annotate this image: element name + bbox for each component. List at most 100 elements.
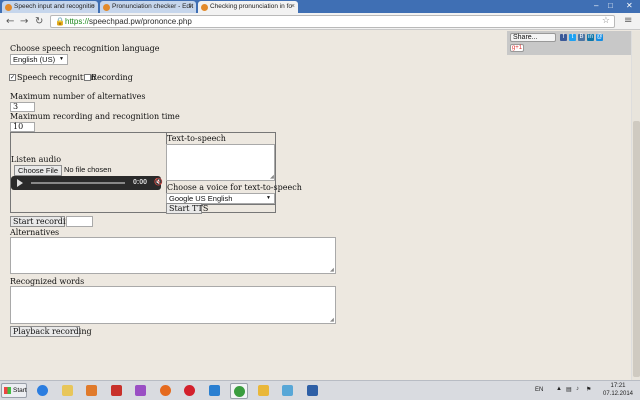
taskbar-clock[interactable]: 17:21 07.12.2014 xyxy=(600,382,636,398)
close-window-button[interactable]: ✕ xyxy=(626,0,633,11)
taskbar-opera-button[interactable] xyxy=(181,383,199,399)
twitter-icon[interactable]: t xyxy=(569,34,576,41)
share-widget: Share... f t B in @ g+1 xyxy=(507,31,631,55)
max-time-label: Maximum recording and recognition time xyxy=(10,112,180,121)
firefox-icon xyxy=(159,385,171,396)
flash-icon xyxy=(110,385,122,396)
browser-tab-pronunciation-checker[interactable]: Pronunciation checker - Edit × xyxy=(100,1,196,13)
google-plus-button[interactable]: g+1 xyxy=(510,44,524,52)
max-alternatives-label: Maximum number of alternatives xyxy=(10,92,146,101)
opera-icon xyxy=(184,385,195,396)
taskbar-xsplit-button[interactable] xyxy=(206,383,224,399)
back-arrow-icon[interactable]: ← xyxy=(6,15,14,28)
page-scrollbar[interactable] xyxy=(631,31,640,380)
start-recording-button[interactable]: Start recording xyxy=(10,216,76,227)
flag-icon[interactable]: ⚑ xyxy=(586,386,591,393)
language-label: Choose speech recognition language xyxy=(10,44,160,53)
browser-tab-speech-input[interactable]: Speech input and recognitio × xyxy=(2,1,98,13)
windows-logo-icon xyxy=(4,387,11,394)
language-indicator[interactable]: EN xyxy=(535,387,543,393)
max-alternatives-input[interactable]: 3 xyxy=(10,102,35,112)
play-icon[interactable] xyxy=(17,179,23,187)
minimize-button[interactable]: – xyxy=(594,0,598,11)
onenote-icon xyxy=(282,385,293,396)
recording-status-field xyxy=(66,216,93,227)
tab-close-icon[interactable]: × xyxy=(91,1,95,13)
taskbar-media-player-button[interactable] xyxy=(83,383,101,399)
resize-grip-icon[interactable]: ◢ xyxy=(330,318,334,323)
address-url: https://speechpad.pw/prononce.php xyxy=(65,17,192,26)
clock-time: 17:21 xyxy=(610,383,626,389)
media-player-icon xyxy=(86,385,97,396)
resize-grip-icon[interactable]: ◢ xyxy=(270,175,274,180)
chrome-tab-favicon-icon xyxy=(103,4,110,11)
taskbar-flash-button[interactable] xyxy=(108,383,126,399)
chrome-tab-favicon-icon xyxy=(201,4,208,11)
alternatives-textarea[interactable] xyxy=(10,237,336,274)
start-button[interactable]: Start xyxy=(1,383,27,398)
playback-recording-button[interactable]: Playback recording xyxy=(10,326,92,337)
lock-icon: 🔒 xyxy=(55,17,65,26)
taskbar-paint-button[interactable] xyxy=(132,383,150,399)
taskbar-firefox-button[interactable] xyxy=(157,383,175,399)
browser-tab-strip: Speech input and recognitio × Pronunciat… xyxy=(0,0,640,13)
audio-time: 0:00 xyxy=(133,179,148,186)
taskbar-ie-button[interactable] xyxy=(34,383,52,399)
recording-label: Recording xyxy=(91,73,133,82)
maximize-button[interactable]: □ xyxy=(608,0,613,11)
recognized-words-textarea[interactable] xyxy=(10,286,336,324)
chrome-icon xyxy=(234,386,245,397)
address-bar[interactable]: 🔒 https://speechpad.pw/prononce.php ☆ xyxy=(50,15,615,28)
max-time-input[interactable]: 10 xyxy=(10,122,35,132)
speech-recognition-checkbox[interactable]: ✓ xyxy=(9,74,16,81)
browser-toolbar: ← → ↻ 🔒 https://speechpad.pw/prononce.ph… xyxy=(0,13,640,30)
recording-checkbox[interactable] xyxy=(84,74,91,81)
clock-date: 07.12.2014 xyxy=(602,391,634,397)
dropdown-arrow-icon: ▼ xyxy=(59,56,64,62)
taskbar-onenote-button[interactable] xyxy=(279,383,297,399)
tts-textarea[interactable] xyxy=(166,144,275,181)
bookmark-star-icon[interactable]: ☆ xyxy=(602,16,610,26)
xsplit-icon xyxy=(208,385,220,396)
paint-icon xyxy=(135,385,146,396)
taskbar-monitor-button[interactable] xyxy=(304,383,322,399)
scrollbar-thumb[interactable] xyxy=(633,121,640,377)
forward-arrow-icon[interactable]: → xyxy=(20,15,28,28)
vk-icon[interactable]: B xyxy=(578,34,585,41)
browser-menu-icon[interactable]: ≡ xyxy=(624,15,632,26)
windows-taskbar: Start EN ▲ ▤ ♪ ⚑ 17:21 07.12.2014 xyxy=(0,380,640,400)
start-tts-button[interactable]: Start TTS xyxy=(166,203,208,214)
monitor-icon xyxy=(306,385,318,396)
tab-close-icon[interactable]: × xyxy=(189,1,193,13)
share-button[interactable]: Share... xyxy=(510,33,556,42)
network-icon[interactable]: ▤ xyxy=(566,386,572,393)
taskbar-chrome-button[interactable] xyxy=(230,383,248,399)
chrome-tab-favicon-icon xyxy=(5,4,12,11)
choose-file-button[interactable]: Choose File xyxy=(14,165,62,176)
linkedin-icon[interactable]: in xyxy=(587,34,594,41)
tab-title: Speech input and recognitio xyxy=(14,3,95,10)
explorer-icon xyxy=(61,385,73,396)
taskbar-pencil-button[interactable] xyxy=(255,383,273,399)
language-select[interactable]: English (US) ▼ xyxy=(10,54,68,65)
tts-label: Text-to-speech xyxy=(167,134,226,143)
listen-audio-label: Listen audio xyxy=(11,155,62,164)
no-file-chosen-label: No file chosen xyxy=(64,165,112,174)
volume-icon[interactable]: ♪ xyxy=(576,386,579,392)
tab-close-icon[interactable]: × xyxy=(291,1,295,13)
resize-grip-icon[interactable]: ◢ xyxy=(330,268,334,273)
taskbar-explorer-button[interactable] xyxy=(59,383,77,399)
tab-title: Pronunciation checker - Edit xyxy=(112,3,194,10)
tab-title: Checking pronunciation in fo xyxy=(210,3,293,10)
mail-icon[interactable]: @ xyxy=(596,34,603,41)
facebook-icon[interactable]: f xyxy=(560,34,567,41)
browser-tab-checking-pronunciation[interactable]: Checking pronunciation in fo × xyxy=(198,1,298,13)
pencil-icon xyxy=(257,385,269,396)
tray-arrow-icon[interactable]: ▲ xyxy=(556,386,562,392)
dropdown-arrow-icon: ▼ xyxy=(266,195,271,201)
reload-icon[interactable]: ↻ xyxy=(35,15,43,28)
voice-label: Choose a voice for text-to-speech xyxy=(167,183,302,192)
ie-icon xyxy=(37,385,48,396)
mute-icon[interactable]: 🔇 xyxy=(154,178,163,187)
audio-progress-track[interactable] xyxy=(31,182,125,184)
